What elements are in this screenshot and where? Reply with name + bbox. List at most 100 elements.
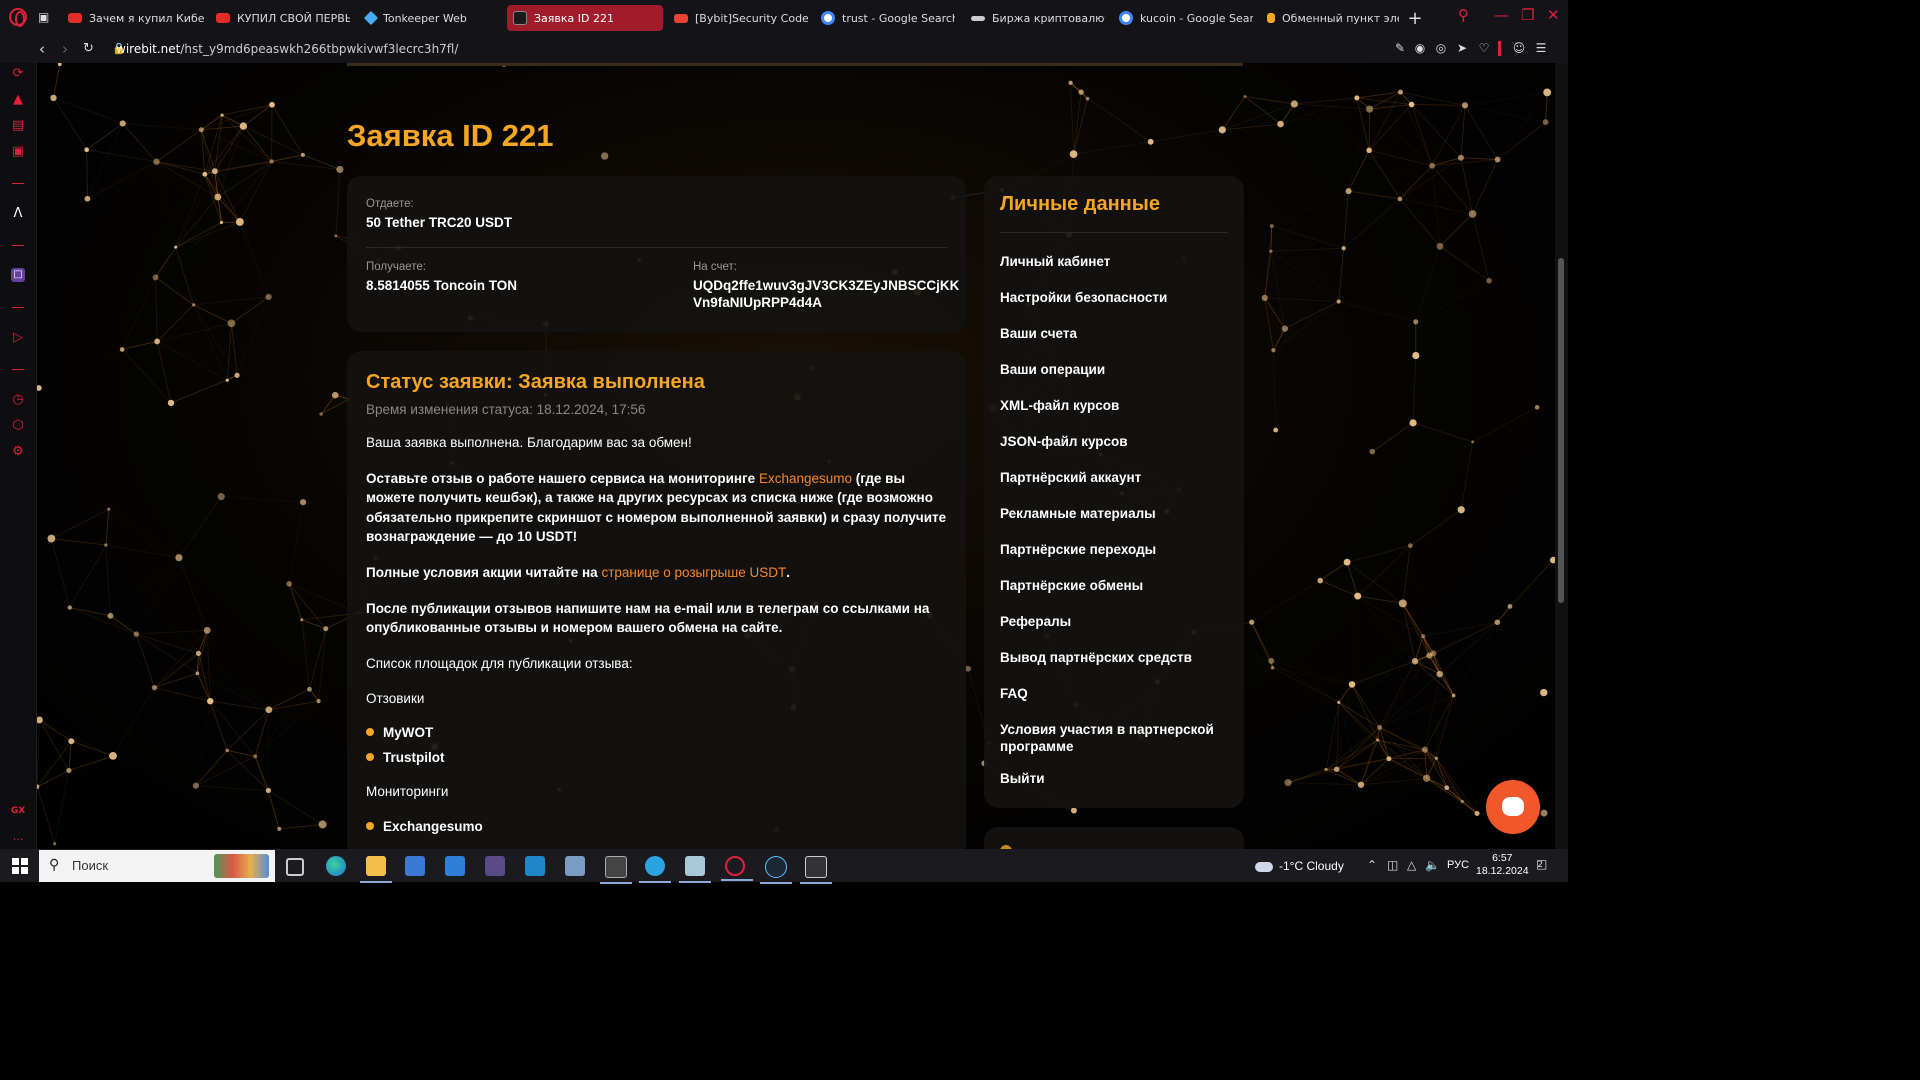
camera-icon[interactable]: ◉ [1413,41,1427,55]
menu-item-faq[interactable]: FAQ [1000,686,1215,703]
network-line [268,688,310,711]
back-icon[interactable]: ‹ [39,40,45,58]
chat-button[interactable] [1486,780,1540,834]
maximize-icon[interactable]: ❐ [1521,6,1534,24]
new-tab-button[interactable]: + [1404,5,1426,31]
mail-m-icon[interactable]: ▣ [10,144,26,160]
menu-item-security-settings[interactable]: Настройки безопасности [1000,290,1215,307]
usdt-giveaway-link[interactable]: странице о розыгрыше USDT [601,565,786,580]
list-item[interactable]: MyWOT [366,725,951,740]
edit-icon[interactable]: ✎ [1393,41,1407,55]
list-item[interactable]: Trustpilot [366,750,951,765]
network-line [135,633,155,688]
tab-9[interactable]: Обменный пункт элект [1261,5,1399,31]
opera-gx-icon[interactable] [721,856,753,881]
store-icon[interactable] [405,856,425,876]
exchangesumo-link[interactable]: Exchangesumo [759,471,852,486]
network-node [1451,693,1456,698]
menu-item-accounts[interactable]: Ваши счета [1000,326,1215,343]
notifications-icon[interactable]: □2 [1536,857,1553,871]
search-tabs-icon[interactable]: ⚲ [1458,6,1469,24]
battery-icon[interactable]: ◫ [1387,858,1398,872]
tab-6[interactable]: trust - Google Search [815,5,955,31]
menu-item-promo-materials[interactable]: Рекламные материалы [1000,506,1215,523]
edge-icon[interactable] [326,856,346,876]
settings-gear-icon[interactable]: ⚙ [10,444,26,460]
account-value-line1: UQDq2ffe1wuv3gJV3CK3ZEyJNBSCCjKK [693,278,960,293]
tab-2[interactable]: КУПИЛ СВОЙ ПЕРВЫЙ [210,5,350,31]
network-line [121,349,172,404]
menu-item-operations[interactable]: Ваши операции [1000,362,1215,379]
app-window-icon[interactable] [565,856,585,876]
menu-item-partner-terms[interactable]: Условия участия в партнерской программе [1000,722,1215,755]
menu-icon[interactable]: ☰ [1534,41,1548,55]
clock[interactable]: 6:57 18.12.2024 [1476,852,1529,878]
weather-widget[interactable]: -1°C Cloudy [1255,859,1344,873]
profile-icon[interactable]: ☺ [1512,41,1526,55]
task-view-icon[interactable] [286,858,304,876]
mail-icon[interactable] [445,856,465,876]
opera-logo-icon[interactable] [9,8,27,27]
menu-item-personal-cabinet[interactable]: Личный кабинет [1000,254,1215,271]
steam-icon[interactable] [760,856,792,884]
file-explorer-icon[interactable] [360,856,392,883]
tab-3[interactable]: Tonkeeper Web [360,5,500,31]
more-icon[interactable]: ... [10,829,26,845]
gx-label[interactable]: GX [10,803,26,819]
tv-icon[interactable]: ▤ [10,118,26,134]
app-cube-icon[interactable] [600,856,632,884]
network-line [1281,124,1370,150]
telegram-icon[interactable] [639,856,671,883]
gx-control-icon[interactable]: ⟳ [10,66,26,82]
network-line [54,770,70,844]
wifi-icon[interactable]: △ [1407,858,1416,872]
adblock-icon[interactable]: ◎ [1434,41,1448,55]
minimize-icon[interactable]: — [1494,6,1509,24]
history-icon[interactable]: ◷ [10,392,26,408]
teamviewer-icon[interactable] [525,856,545,876]
reload-icon[interactable]: ↻ [83,41,94,56]
send-icon[interactable]: ➤ [1455,41,1469,55]
tab-4-active[interactable]: Заявка ID 221 [507,5,663,31]
menu-item-referrals[interactable]: Рефералы [1000,614,1215,631]
scrollbar-thumb[interactable] [1558,258,1564,603]
arc-icon[interactable]: Λ [10,206,26,222]
tab-island-icon[interactable]: ▣ [38,10,54,24]
forward-icon[interactable]: › [62,40,68,58]
twitch-icon[interactable]: □ [11,268,25,282]
extensions-cube-icon[interactable]: ⬡ [10,418,26,434]
menu-item-partner-account[interactable]: Партнёрский аккаунт [1000,470,1215,487]
network-node [1269,224,1274,229]
menu-item-partner-exchanges[interactable]: Партнёрские обмены [1000,578,1215,595]
network-node [265,293,272,301]
review-promo-text: Оставьте отзыв о работе нашего сервиса н… [366,469,951,547]
windows-start-icon[interactable] [12,858,28,874]
menu-item-xml-rates[interactable]: XML-файл курсов [1000,398,1215,415]
notes-icon[interactable] [679,856,711,883]
menu-item-partner-visits[interactable]: Партнёрские переходы [1000,542,1215,559]
list-item[interactable]: Exchangesumo [366,819,951,834]
tab-8[interactable]: kucoin - Google Search [1113,5,1253,31]
game-shield-icon[interactable] [800,856,832,884]
player-icon[interactable]: ▷ [10,330,26,346]
heart-icon[interactable]: ♡ [1477,41,1491,55]
network-line [1272,667,1353,685]
tab-1[interactable]: Зачем я купил Кибертр [62,5,204,31]
network-line [37,770,70,788]
close-icon[interactable]: ✕ [1547,6,1560,24]
tab-5[interactable]: [Bybit]Security Code fo [668,5,808,31]
menu-item-logout[interactable]: Выйти [1000,771,1215,788]
gx-corner-icon[interactable]: ▲ [10,92,26,108]
url-field[interactable]: wirebit.net/hst_y9md6peaswkh266tbpwkivwf… [116,42,458,56]
menu-item-json-rates[interactable]: JSON-файл курсов [1000,434,1215,451]
volume-icon[interactable]: 🔈 [1425,858,1440,872]
menu-item-partner-withdrawal[interactable]: Вывод партнёрских средств [1000,650,1215,667]
game-launcher-icon[interactable] [485,856,505,876]
tray-chevron-icon[interactable]: ⌃ [1367,858,1377,872]
language-indicator[interactable]: РУС [1447,859,1469,871]
network-line [209,700,256,757]
taskbar-search[interactable]: ⚲ Поиск [39,850,275,882]
page-scrollbar[interactable] [1555,63,1568,849]
tab-7[interactable]: Биржа криптовалют By [965,5,1105,31]
give-value: 50 Tether TRC20 USDT [366,215,513,230]
